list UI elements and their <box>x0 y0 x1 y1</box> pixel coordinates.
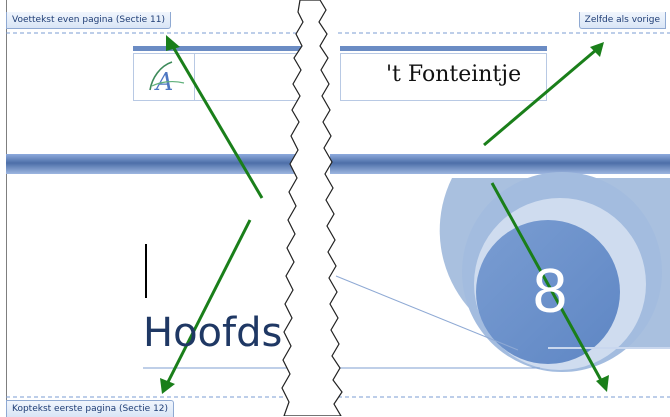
torn-gap <box>281 0 343 416</box>
heading-text[interactable]: Hoofds <box>143 308 282 358</box>
header-first-page-label[interactable]: Koptekst eerste pagina (Sectie 12) <box>6 400 175 417</box>
document-canvas: A 't Fonteintje 8 Hoofds Voettekst even … <box>0 0 670 417</box>
header-bar-right <box>340 46 547 51</box>
header-bar-left <box>133 46 301 51</box>
band-right <box>330 154 670 174</box>
page-graphics: A <box>6 0 670 416</box>
text-cursor <box>145 244 147 298</box>
logo-icon: A <box>149 61 185 96</box>
arrow-to-footer-label <box>170 44 264 199</box>
band-left <box>6 154 300 174</box>
company-name[interactable]: 't Fonteintje <box>386 62 556 87</box>
same-as-previous-label[interactable]: Zelfde als vorige <box>578 12 666 29</box>
page-number[interactable]: 8 <box>500 250 600 334</box>
footer-even-page-label[interactable]: Voettekst even pagina (Sectie 11) <box>6 12 171 29</box>
